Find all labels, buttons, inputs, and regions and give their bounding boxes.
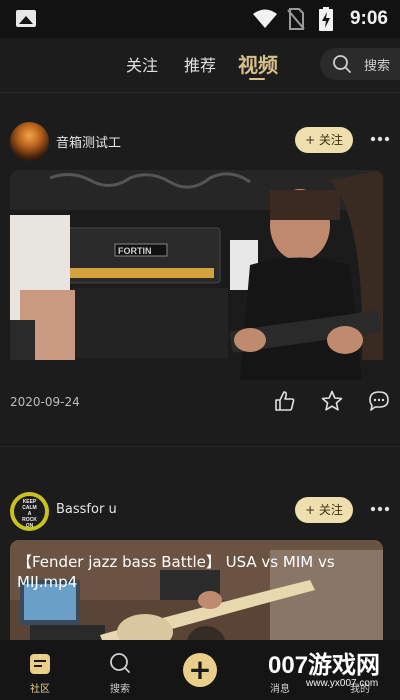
divider [0,92,400,93]
search-button[interactable]: 搜索 [320,48,400,80]
avatar-image-text: KEEP CALM A ROCK ON [14,496,45,529]
video-caption: 【Fender jazz bass Battle】 USA vs MIM vs … [17,553,335,591]
follow-button[interactable]: + 关注 [295,127,353,153]
amp-brand-label: FORTIN [118,246,152,256]
post-divider [0,446,400,447]
username[interactable]: Bassfor u [56,502,117,517]
nav-message-label: 消息 [270,684,290,695]
video-thumbnail[interactable]: FORTIN [10,170,383,380]
video-frame-image: FORTIN [10,170,383,380]
nav-search[interactable]: 搜索 [90,640,150,700]
like-icon[interactable] [274,390,296,412]
wifi-icon [253,9,277,28]
status-bar: 9:06 [0,0,400,38]
post-date: 2020-09-24 [10,395,80,409]
top-navigation: 关注 推荐 视频 搜索 [0,38,400,92]
avatar[interactable] [10,122,49,161]
search-label: 搜索 [364,59,391,74]
no-sim-icon [287,8,305,30]
search-icon [110,653,130,673]
watermark-url: www.yx007.com [306,678,379,689]
add-icon: + [183,653,217,687]
video-thumbnail[interactable]: 【Fender jazz bass Battle】 USA vs MIM vs … [10,540,383,652]
more-options-icon[interactable] [370,136,390,142]
active-tab-indicator [249,78,265,80]
favorite-star-icon[interactable] [321,390,343,412]
nav-add-post[interactable]: + [170,640,230,700]
tab-recommend[interactable]: 推荐 [184,52,216,76]
tab-video[interactable]: 视频 [238,49,278,78]
nav-search-label: 搜索 [110,684,130,695]
tab-follow[interactable]: 关注 [126,52,158,76]
watermark-logo: 007游戏网 [268,652,381,679]
status-time: 9:06 [349,8,388,29]
follow-button[interactable]: + 关注 [295,497,353,523]
gallery-notification-icon [16,10,36,27]
username[interactable]: 音箱测试工 [56,132,121,151]
nav-community[interactable]: 社区 [10,640,70,700]
battery-charging-icon [319,7,333,31]
comment-icon[interactable] [368,390,390,412]
more-options-icon[interactable] [370,506,390,512]
search-icon [333,55,351,73]
avatar[interactable]: KEEP CALM A ROCK ON [10,492,49,531]
community-icon [30,654,50,674]
nav-community-label: 社区 [30,684,50,695]
